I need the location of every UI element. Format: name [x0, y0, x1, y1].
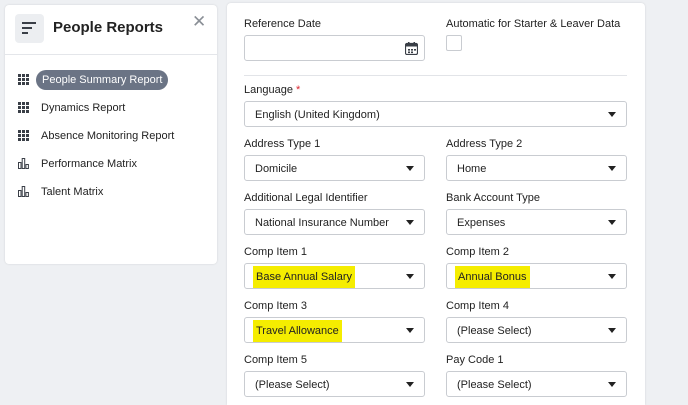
bar-chart-icon — [18, 186, 29, 197]
page-scrollbar[interactable] — [681, 0, 688, 405]
sidebar-item-label: Absence Monitoring Report — [41, 130, 175, 142]
comp-item-5-label: Comp Item 5 — [244, 354, 307, 366]
comp-item-5-value: (Please Select) — [255, 379, 330, 391]
comp-item-1-value: Base Annual Salary — [253, 266, 356, 288]
chevron-down-icon — [406, 166, 414, 171]
comp-item-3-value: Travel Allowance — [253, 320, 342, 342]
chevron-down-icon — [406, 220, 414, 225]
additional-legal-identifier-label: Additional Legal Identifier — [244, 192, 368, 204]
sidebar-item-talent-matrix[interactable]: Talent Matrix — [5, 181, 217, 203]
close-icon[interactable]: ✕ — [192, 13, 206, 30]
pay-code-1-value: (Please Select) — [457, 379, 532, 391]
comp-item-1-label: Comp Item 1 — [244, 246, 307, 258]
language-label-text: Language — [244, 84, 293, 96]
chevron-down-icon — [406, 382, 414, 387]
chevron-down-icon — [406, 274, 414, 279]
comp-item-2-label: Comp Item 2 — [446, 246, 509, 258]
grid-icon — [18, 130, 29, 141]
chevron-down-icon — [608, 220, 616, 225]
comp-item-1-select[interactable]: Base Annual Salary — [244, 263, 425, 289]
sidebar-item-label: Performance Matrix — [41, 158, 137, 170]
chevron-down-icon — [608, 328, 616, 333]
chevron-down-icon — [608, 274, 616, 279]
sidebar-item-dynamics-report[interactable]: Dynamics Report — [5, 97, 217, 119]
grid-icon — [18, 102, 29, 113]
bank-account-type-value: Expenses — [457, 217, 506, 229]
additional-legal-identifier-select[interactable]: National Insurance Number — [244, 209, 425, 235]
address-type-1-label: Address Type 1 — [244, 138, 321, 150]
grid-icon — [18, 74, 29, 85]
comp-item-2-value: Annual Bonus — [455, 266, 530, 288]
sidebar-title: People Reports — [53, 19, 164, 36]
reports-sidebar: People Reports ✕ People Summary Report D… — [5, 5, 217, 264]
address-type-2-label: Address Type 2 — [446, 138, 523, 150]
comp-item-5-select[interactable]: (Please Select) — [244, 371, 425, 397]
sidebar-item-label: Talent Matrix — [41, 186, 104, 198]
sidebar-item-performance-matrix[interactable]: Performance Matrix — [5, 153, 217, 175]
sidebar-header: People Reports ✕ — [5, 5, 217, 55]
pay-code-1-label: Pay Code 1 — [446, 354, 504, 366]
comp-item-4-select[interactable]: (Please Select) — [446, 317, 627, 343]
bank-account-type-label: Bank Account Type — [446, 192, 540, 204]
sidebar-item-label: Dynamics Report — [41, 102, 126, 114]
sidebar-item-people-summary-report[interactable]: People Summary Report — [5, 69, 217, 91]
chevron-down-icon — [406, 328, 414, 333]
bar-chart-icon — [18, 158, 29, 169]
required-marker: * — [296, 84, 301, 96]
section-divider — [244, 75, 627, 76]
comp-item-4-label: Comp Item 4 — [446, 300, 509, 312]
reference-date-label: Reference Date — [244, 18, 322, 30]
report-settings-panel: Reference Date Automatic for Starter & L… — [227, 3, 645, 405]
address-type-1-value: Domicile — [255, 163, 298, 175]
language-value: English (United Kingdom) — [255, 109, 380, 121]
sidebar-item-label: People Summary Report — [36, 70, 169, 90]
address-type-2-value: Home — [457, 163, 487, 175]
comp-item-3-select[interactable]: Travel Allowance — [244, 317, 425, 343]
reference-date-input[interactable] — [244, 35, 425, 61]
sidebar-item-absence-monitoring-report[interactable]: Absence Monitoring Report — [5, 125, 217, 147]
calendar-icon[interactable] — [405, 42, 418, 55]
address-type-1-select[interactable]: Domicile — [244, 155, 425, 181]
address-type-2-select[interactable]: Home — [446, 155, 627, 181]
chevron-down-icon — [608, 382, 616, 387]
language-select[interactable]: English (United Kingdom) — [244, 101, 627, 127]
comp-item-4-value: (Please Select) — [457, 325, 532, 337]
chevron-down-icon — [608, 112, 616, 117]
comp-item-2-select[interactable]: Annual Bonus — [446, 263, 627, 289]
pay-code-1-select[interactable]: (Please Select) — [446, 371, 627, 397]
additional-legal-identifier-value: National Insurance Number — [255, 217, 389, 229]
chevron-down-icon — [608, 166, 616, 171]
comp-item-3-label: Comp Item 3 — [244, 300, 307, 312]
bank-account-type-select[interactable]: Expenses — [446, 209, 627, 235]
menu-button[interactable] — [15, 14, 44, 43]
language-label: Language * — [244, 84, 300, 96]
auto-starter-leaver-checkbox[interactable] — [446, 35, 462, 51]
auto-starter-leaver-label: Automatic for Starter & Leaver Data — [446, 18, 621, 30]
menu-lines-icon — [22, 22, 36, 34]
